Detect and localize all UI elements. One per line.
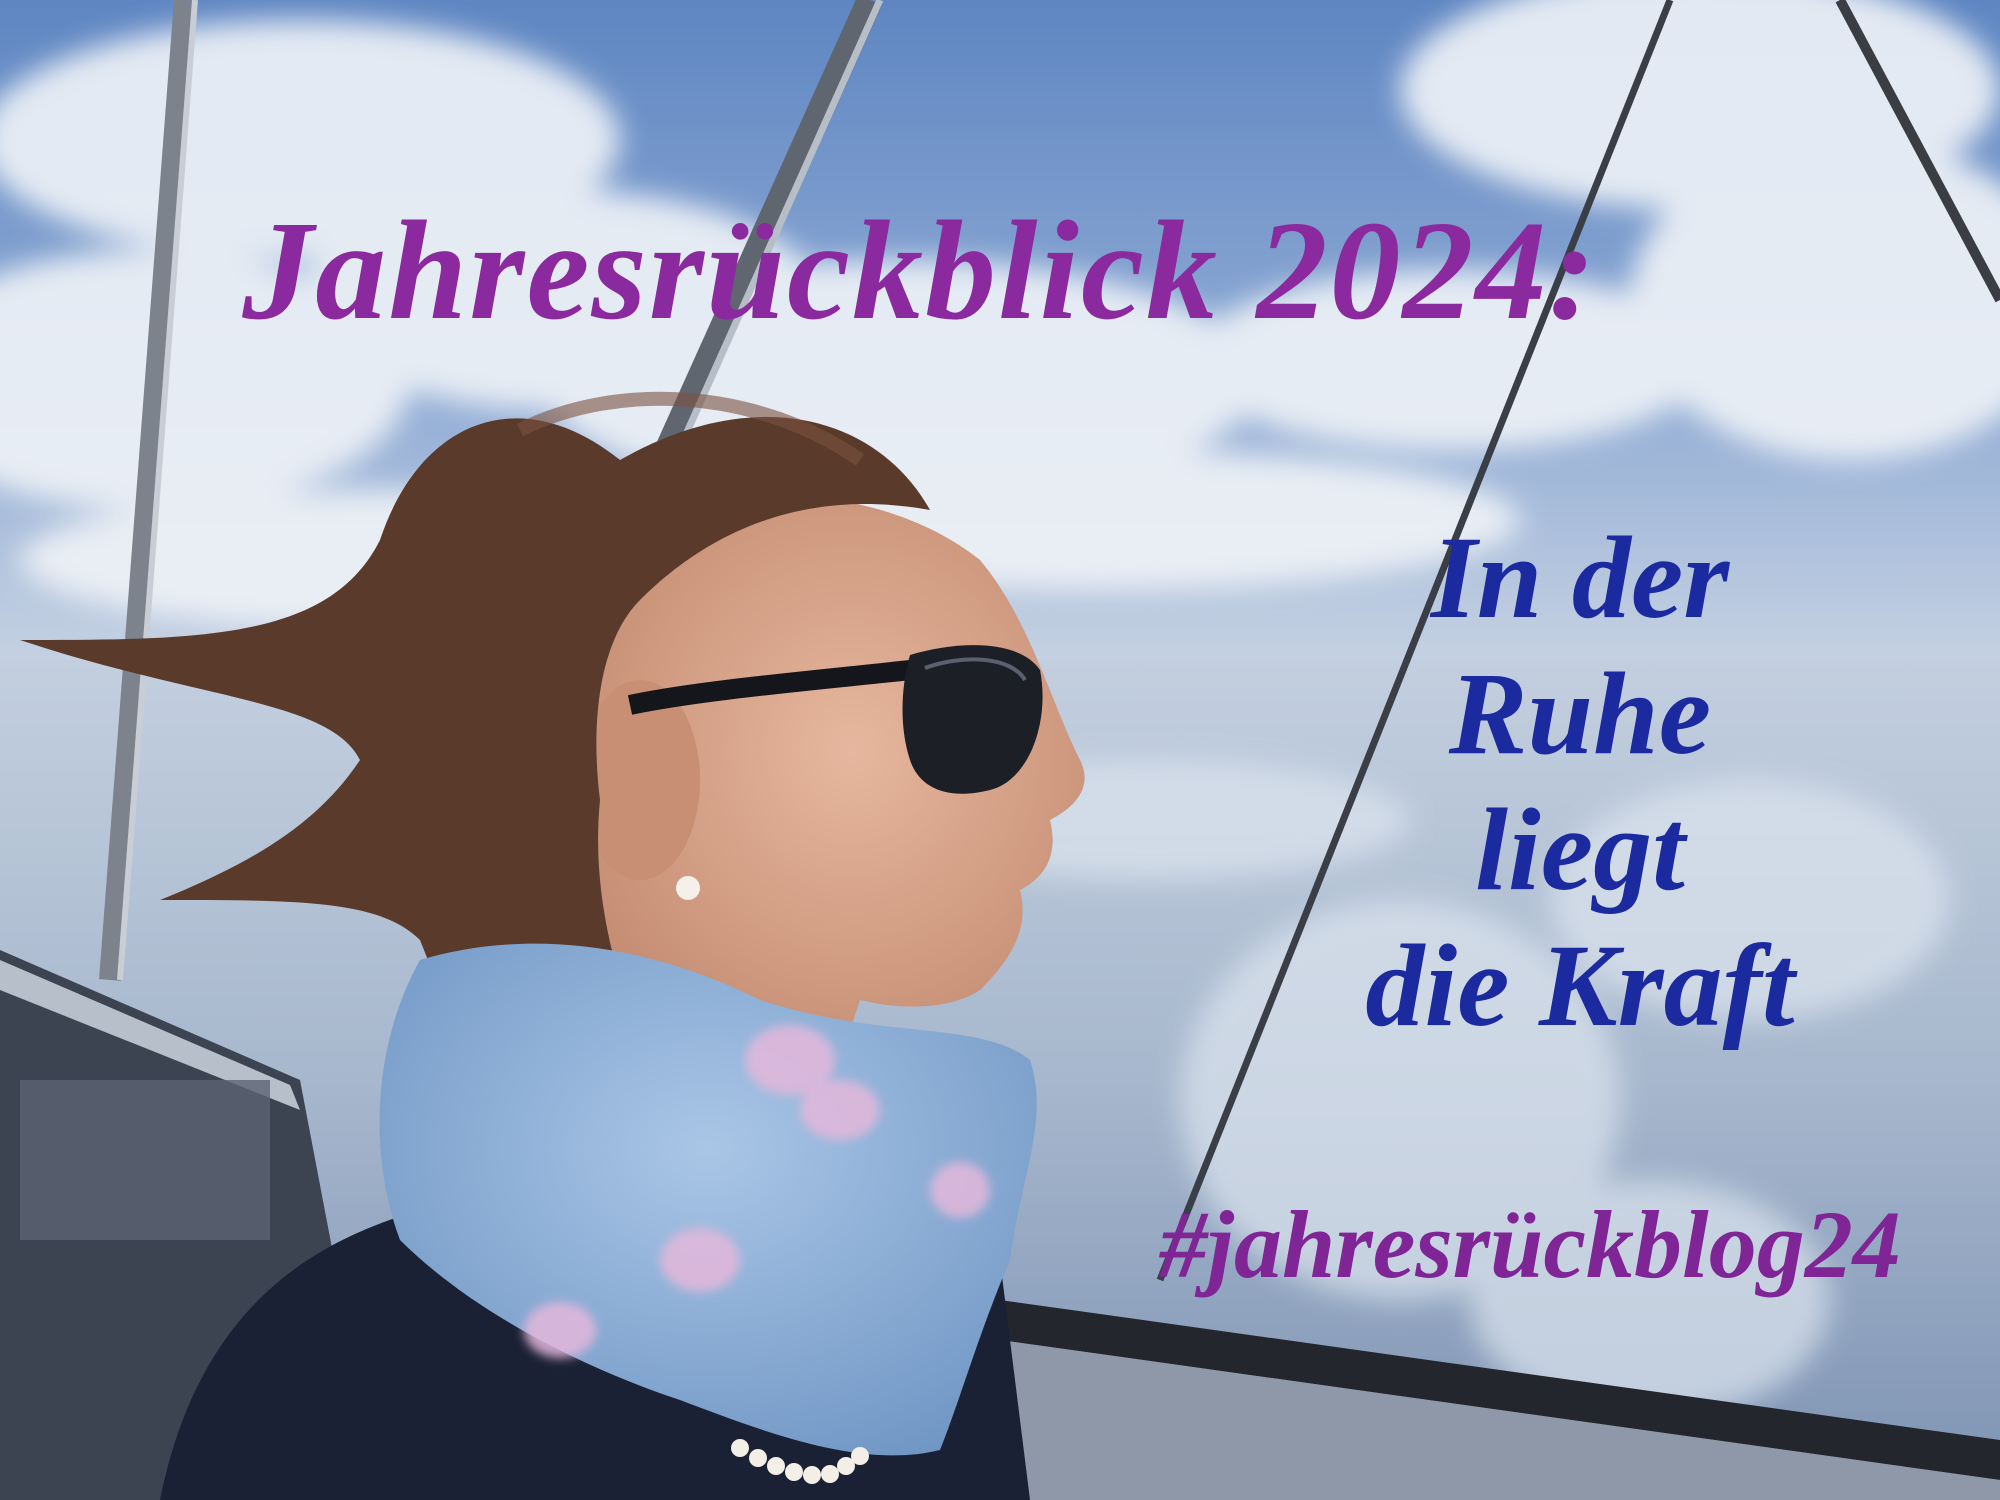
motto-line-1: In der <box>1430 512 1730 643</box>
blog-cover-image: Jahresrückblick 2024: In der Ruhe liegt … <box>0 0 2000 1500</box>
hashtag: #jahresrückblog24 <box>1159 1191 1901 1298</box>
title-jahresrueckblick: Jahresrückblick 2024: <box>242 191 1598 349</box>
pearl-earring <box>676 876 700 900</box>
motto-line-3: liegt <box>1475 784 1685 915</box>
motto-line-4: die Kraft <box>1365 920 1795 1051</box>
motto-text: In der Ruhe liegt die Kraft <box>1260 510 1900 1054</box>
motto-line-2: Ruhe <box>1448 648 1712 779</box>
